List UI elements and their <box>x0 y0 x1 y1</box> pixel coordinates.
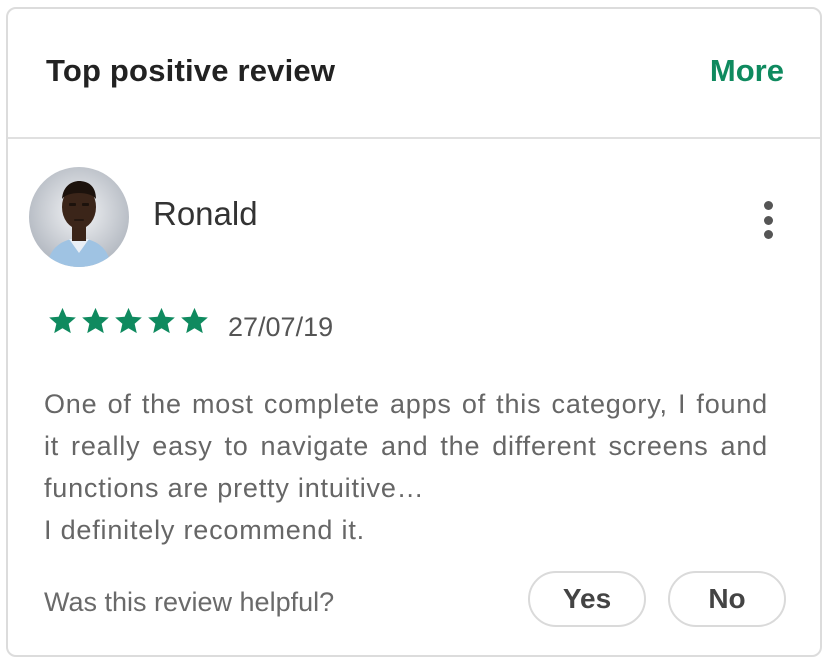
review-date: 27/07/19 <box>228 312 334 342</box>
star-rating <box>46 305 211 337</box>
avatar-photo <box>29 167 129 267</box>
review-text-paragraph: I definitely recommend it. <box>44 515 365 545</box>
menu-dot <box>763 215 773 225</box>
review-text: One of the most complete apps of this ca… <box>44 383 768 551</box>
menu-dot <box>763 230 773 239</box>
review-card: Top positive review More Ronald 27/07/19… <box>6 7 822 657</box>
star-icon <box>82 307 109 334</box>
review-text-paragraph: One of the most complete apps of this ca… <box>44 389 768 503</box>
star-icon <box>148 307 175 334</box>
avatar <box>29 167 129 267</box>
more-link[interactable]: More <box>710 53 784 89</box>
star-icon <box>181 307 208 334</box>
reviewer-name: Ronald <box>153 195 258 232</box>
helpful-question: Was this review helpful? <box>44 587 335 617</box>
yes-button[interactable]: Yes <box>528 571 646 627</box>
card-title: Top positive review <box>46 53 336 88</box>
star-icon <box>49 307 76 334</box>
card-header: Top positive review More <box>8 9 820 139</box>
star-icon <box>115 307 142 334</box>
menu-dot <box>763 201 773 210</box>
more-vert-icon[interactable] <box>748 197 788 243</box>
no-button[interactable]: No <box>668 571 786 627</box>
